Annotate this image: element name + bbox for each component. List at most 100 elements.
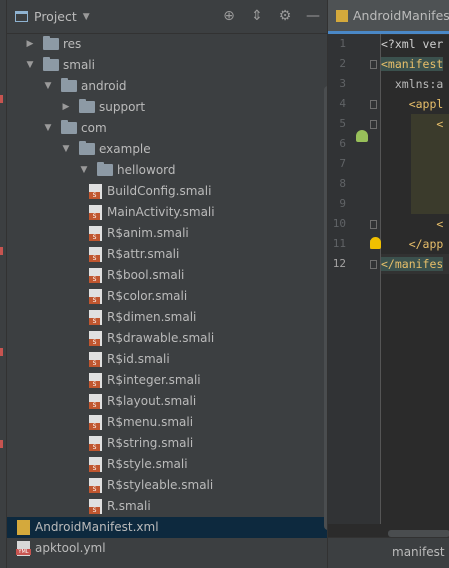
tree-file[interactable]: apktool.yml (7, 538, 327, 559)
fold-marker-icon[interactable] (370, 260, 377, 269)
tree-item-label: helloword (117, 163, 176, 177)
tree-folder[interactable]: ▼ helloword (7, 160, 327, 181)
tree-file[interactable]: R$string.smali (7, 433, 327, 454)
tree-file[interactable]: R$color.smali (7, 286, 327, 307)
smali-file-icon (89, 247, 102, 262)
tree-file[interactable]: R$menu.smali (7, 412, 327, 433)
code-line[interactable]: < (381, 214, 449, 234)
line-number: 12 (332, 257, 346, 270)
folder-icon (79, 141, 95, 155)
smali-file-icon (89, 436, 102, 451)
tree-file[interactable]: R$dimen.smali (7, 307, 327, 328)
smali-file-icon (89, 394, 102, 409)
tree-file[interactable]: R$styleable.smali (7, 475, 327, 496)
tree-item-label: support (99, 100, 146, 114)
chevron-down-icon[interactable]: ▼ (43, 118, 53, 139)
line-number: 1 (339, 37, 346, 50)
code-line[interactable] (381, 134, 449, 154)
fold-marker-icon[interactable] (370, 60, 377, 69)
tab-label: AndroidManifest.xml (353, 8, 449, 23)
tree-item-label: R$attr.smali (107, 247, 180, 261)
code-line[interactable]: <manifest (381, 54, 449, 74)
tree-item-label: R$id.smali (107, 352, 170, 366)
code-line[interactable]: </app (381, 234, 449, 254)
line-number: 2 (339, 57, 346, 70)
folder-icon (61, 78, 77, 92)
code-line[interactable]: xmlns:a (381, 74, 449, 94)
code-line[interactable] (381, 174, 449, 194)
tree-item-label: R$anim.smali (107, 226, 189, 240)
folder-icon (79, 99, 95, 113)
code-token: <appl (381, 97, 444, 111)
yml-file-icon (16, 541, 31, 556)
chevron-down-icon[interactable]: ▼ (61, 139, 71, 160)
folder-icon (97, 162, 113, 176)
tree-folder[interactable]: ▼ android (7, 76, 327, 97)
left-tool-strip (0, 0, 7, 568)
chevron-down-icon[interactable]: ▼ (83, 12, 90, 22)
code-line[interactable]: <?xml ver (381, 34, 449, 54)
tree-file[interactable]: R$integer.smali (7, 370, 327, 391)
breadcrumb-item[interactable]: manifest (392, 545, 445, 559)
xml-file-icon (336, 9, 348, 22)
tree-file[interactable]: AndroidManifest.xml (7, 517, 327, 538)
tree-folder[interactable]: ▼ smali (7, 55, 327, 76)
smali-file-icon (89, 373, 102, 388)
tree-file[interactable]: R$bool.smali (7, 265, 327, 286)
code-line[interactable]: < (381, 114, 449, 134)
code-line[interactable]: <appl (381, 94, 449, 114)
smali-file-icon (89, 226, 102, 241)
code-area[interactable]: <?xml ver <manifest xmlns:a <appl < < </a… (381, 34, 449, 524)
tree-item-label: com (81, 121, 107, 135)
tree-file[interactable]: MainActivity.smali (7, 202, 327, 223)
tree-file[interactable]: R$style.smali (7, 454, 327, 475)
code-line[interactable]: </manifes (381, 254, 449, 274)
tab-androidmanifest[interactable]: AndroidManifest.xml (328, 0, 449, 34)
line-number: 8 (339, 177, 346, 190)
tree-folder[interactable]: ▼ example (7, 139, 327, 160)
project-panel: Project ▼ ⊕ ⇕ ⚙ — ▶ res ▼ smali ▼ android ▶ sup… (7, 0, 332, 568)
tree-file[interactable]: BuildConfig.smali (7, 181, 327, 202)
tree-file[interactable]: R$layout.smali (7, 391, 327, 412)
tree-file[interactable]: R$attr.smali (7, 244, 327, 265)
chevron-right-icon[interactable]: ▶ (25, 34, 35, 55)
tree-file[interactable]: R$id.smali (7, 349, 327, 370)
folder-icon (61, 120, 77, 134)
chevron-down-icon[interactable]: ▼ (79, 160, 89, 181)
code-line[interactable] (381, 194, 449, 214)
tree-file[interactable]: R$drawable.smali (7, 328, 327, 349)
editor-pane: AndroidManifest.xml 123456789101112 <?xm… (327, 0, 449, 568)
strip-marker (0, 247, 3, 255)
project-title[interactable]: Project (34, 9, 77, 24)
fold-marker-icon[interactable] (370, 220, 377, 229)
fold-marker-icon[interactable] (370, 120, 377, 129)
tree-item-label: AndroidManifest.xml (35, 520, 159, 534)
gear-icon[interactable]: ⚙ (277, 8, 293, 24)
project-view-icon (15, 11, 28, 22)
chevron-down-icon[interactable]: ▼ (43, 76, 53, 97)
tree-item-label: R$drawable.smali (107, 331, 215, 345)
horizontal-scrollbar[interactable] (388, 530, 449, 537)
code-line[interactable] (381, 154, 449, 174)
tree-folder[interactable]: ▶ res (7, 34, 327, 55)
tree-item-label: R$layout.smali (107, 394, 197, 408)
collapse-icon[interactable]: ⇕ (249, 8, 265, 24)
tree-folder[interactable]: ▶ support (7, 97, 327, 118)
android-icon[interactable] (356, 130, 368, 142)
lightbulb-icon[interactable] (370, 237, 381, 249)
fold-marker-icon[interactable] (370, 100, 377, 109)
tree-item-label: R$bool.smali (107, 268, 185, 282)
tree-file[interactable]: R$anim.smali (7, 223, 327, 244)
tree-folder[interactable]: ▼ com (7, 118, 327, 139)
tree-file[interactable]: R.smali (7, 496, 327, 517)
line-number: 9 (339, 197, 346, 210)
chevron-right-icon[interactable]: ▶ (61, 97, 71, 118)
tree-item-label: apktool.yml (35, 541, 106, 555)
chevron-down-icon[interactable]: ▼ (25, 55, 35, 76)
code-token: < (381, 217, 444, 231)
crosshair-icon[interactable]: ⊕ (221, 8, 237, 24)
smali-file-icon (89, 184, 102, 199)
minimize-icon[interactable]: — (305, 8, 321, 24)
line-number: 6 (339, 137, 346, 150)
strip-marker (0, 348, 3, 356)
